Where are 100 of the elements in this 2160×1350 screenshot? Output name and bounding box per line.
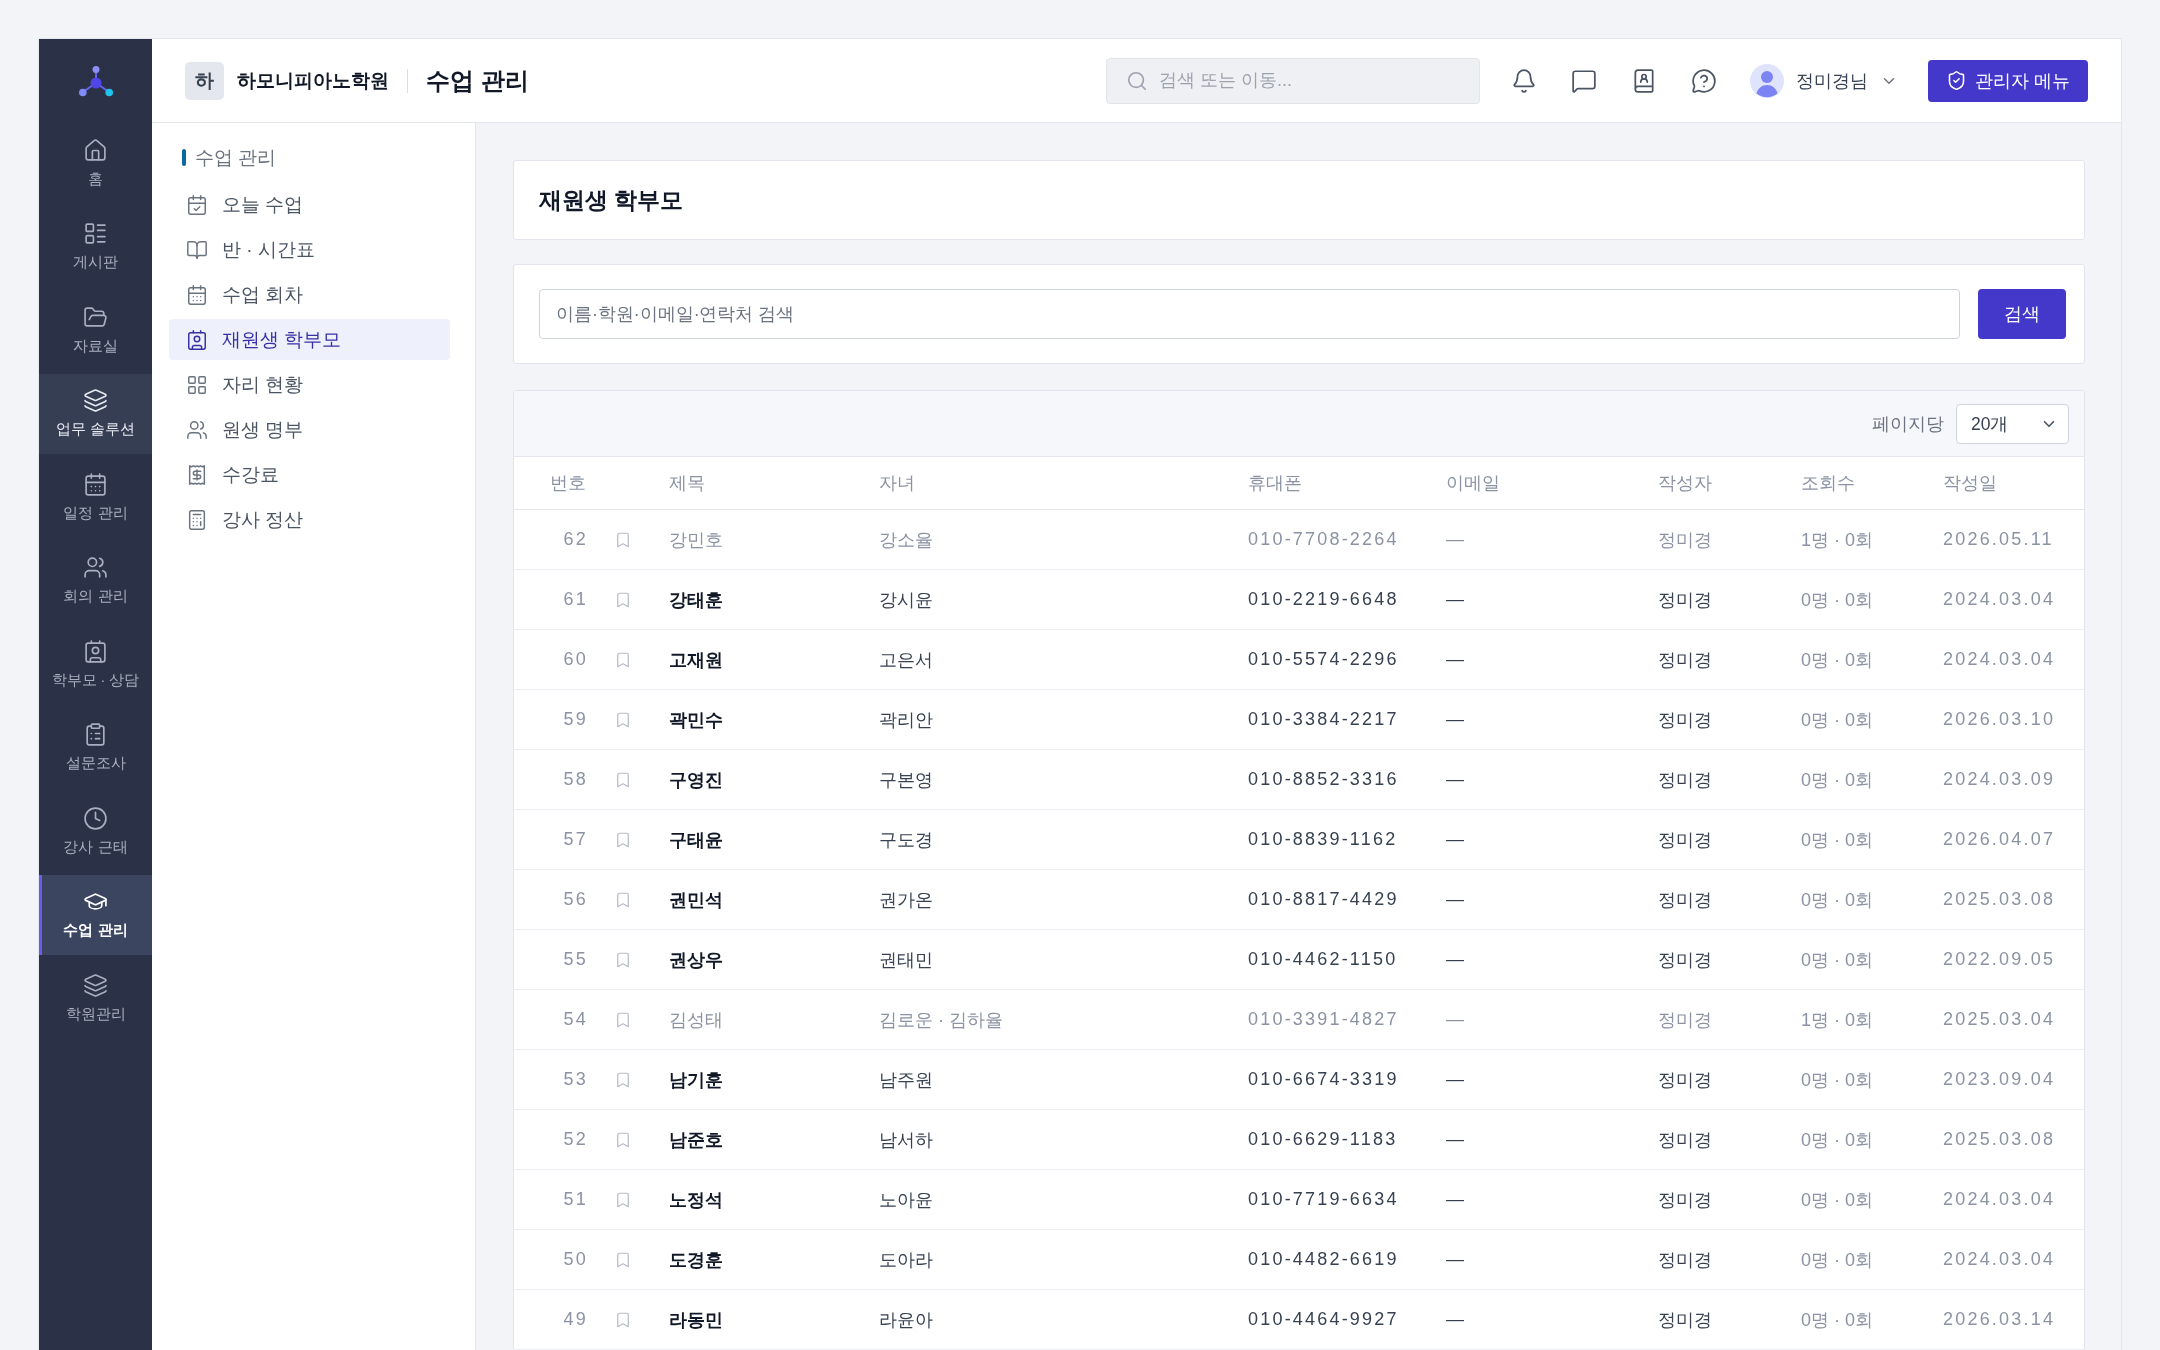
admin-menu-button[interactable]: 관리자 메뉴 xyxy=(1928,59,2088,102)
parent-name[interactable]: 라동민 xyxy=(669,1307,723,1332)
bookmark-icon[interactable] xyxy=(614,1130,632,1149)
submenu-item[interactable]: 수강료 xyxy=(169,454,450,495)
created-date: 2022.09.05 xyxy=(1943,949,2056,970)
email-value: — xyxy=(1446,1249,1464,1270)
child-name: 남주원 xyxy=(879,1068,933,1092)
bookmark-icon[interactable] xyxy=(614,590,632,609)
submenu-item[interactable]: 수업 회차 xyxy=(169,274,450,315)
sidebar-item[interactable]: 업무 솔루션 xyxy=(39,373,152,454)
sidebar-item[interactable]: 일정 관리 xyxy=(39,457,152,537)
sidebar-item[interactable]: 학원관리 xyxy=(39,958,152,1038)
sidebar-item[interactable]: 게시판 xyxy=(39,206,152,287)
bookmark-icon[interactable] xyxy=(614,1010,632,1029)
filter-input-field[interactable]: 이름·학원·이메일·연락처 검색 xyxy=(539,289,1960,339)
search-field[interactable]: 검색 또는 이동... xyxy=(1106,57,1480,104)
parent-name[interactable]: 강태훈 xyxy=(669,587,723,612)
submenu-item[interactable]: 반 · 시간표 xyxy=(169,229,450,270)
view-count: 0명 · 0회 xyxy=(1801,1188,1874,1212)
created-date: 2023.09.04 xyxy=(1943,1069,2056,1090)
list-icon xyxy=(83,221,108,246)
bell-icon[interactable] xyxy=(1511,67,1537,94)
bookmark-icon[interactable] xyxy=(614,1070,632,1089)
bookmark-icon[interactable] xyxy=(614,650,632,669)
email-value: — xyxy=(1446,1069,1464,1090)
bookmark-icon[interactable] xyxy=(614,770,632,789)
user-avatar-icon[interactable] xyxy=(1750,63,1784,98)
contact-book-icon[interactable] xyxy=(1631,67,1657,94)
bookmark-icon[interactable] xyxy=(614,1190,632,1209)
layers-icon xyxy=(83,972,108,998)
parent-name[interactable]: 구영진 xyxy=(669,767,723,792)
sidebar-item[interactable]: 자료실 xyxy=(39,290,152,370)
bookmark-icon[interactable] xyxy=(614,950,632,969)
phone-number: 010-5574-2296 xyxy=(1248,649,1399,670)
phone-number: 010-2219-6648 xyxy=(1248,589,1399,610)
academy-badge: 하 xyxy=(185,61,224,100)
bookmark-icon[interactable] xyxy=(614,1250,632,1269)
author-name: 정미경 xyxy=(1658,948,1712,972)
created-date: 2026.03.14 xyxy=(1943,1309,2056,1330)
parent-name[interactable]: 노정석 xyxy=(669,1187,723,1212)
submenu-title: 수업 관리 xyxy=(195,145,277,170)
contact-card-icon xyxy=(186,328,208,351)
bookmark-icon[interactable] xyxy=(614,530,632,549)
column-header: 번호 xyxy=(550,472,586,495)
created-date: 2024.03.04 xyxy=(1943,589,2056,610)
parent-name[interactable]: 남기훈 xyxy=(669,1067,723,1092)
bookmark-icon[interactable] xyxy=(614,830,632,849)
created-date: 2024.03.04 xyxy=(1943,1249,2056,1270)
child-name: 남서하 xyxy=(879,1128,933,1152)
search-button[interactable]: 검색 xyxy=(1978,289,2066,339)
submenu-item[interactable]: 오늘 수업 xyxy=(169,184,450,225)
phone-number: 010-7708-2264 xyxy=(1248,529,1399,550)
parent-name[interactable]: 권민석 xyxy=(669,887,723,912)
parent-name[interactable]: 구태윤 xyxy=(669,827,723,852)
user-name[interactable]: 정미경님 xyxy=(1796,68,1868,93)
author-name: 정미경 xyxy=(1658,528,1712,552)
view-count: 0명 · 0회 xyxy=(1801,1068,1874,1092)
row-number: 49 xyxy=(563,1309,588,1330)
bookmark-icon[interactable] xyxy=(614,1310,632,1329)
email-value: — xyxy=(1446,829,1464,850)
child-name: 도아라 xyxy=(879,1248,933,1272)
view-count: 1명 · 0회 xyxy=(1801,1008,1874,1032)
folder-icon xyxy=(83,304,108,330)
parent-name[interactable]: 권상우 xyxy=(669,947,723,972)
search-icon xyxy=(1126,69,1148,92)
child-name: 권가온 xyxy=(879,888,933,912)
email-value: — xyxy=(1446,769,1464,790)
shield-check-icon xyxy=(1946,70,1967,91)
bookmark-icon[interactable] xyxy=(614,890,632,909)
parent-name[interactable]: 곽민수 xyxy=(669,707,723,732)
author-name: 정미경 xyxy=(1658,768,1712,792)
home-icon xyxy=(83,137,108,163)
help-icon[interactable] xyxy=(1691,67,1717,94)
email-value: — xyxy=(1446,1009,1464,1030)
academy-name: 하모니피아노학원 xyxy=(237,68,389,93)
sidebar-item[interactable]: 설문조사 xyxy=(39,707,152,788)
sidebar-item[interactable]: 회의 관리 xyxy=(39,540,152,621)
row-number: 56 xyxy=(563,889,588,910)
chat-icon[interactable] xyxy=(1571,67,1597,94)
parent-name[interactable]: 남준호 xyxy=(669,1127,723,1152)
child-name: 권태민 xyxy=(879,948,933,972)
column-header: 조회수 xyxy=(1801,472,1855,495)
per-page-label: 페이지당 xyxy=(1872,412,1944,436)
author-name: 정미경 xyxy=(1658,1128,1712,1152)
submenu-item[interactable]: 자리 현황 xyxy=(169,364,450,405)
submenu-item[interactable]: 강사 정산 xyxy=(169,499,450,540)
sidebar-item[interactable]: 홈 xyxy=(39,123,152,203)
parent-name[interactable]: 도경훈 xyxy=(669,1247,723,1272)
view-count: 0명 · 0회 xyxy=(1801,1248,1874,1272)
sidebar-item[interactable]: 학부모 · 상담 xyxy=(39,624,152,704)
parent-name[interactable]: 고재원 xyxy=(669,647,723,672)
submenu-item[interactable]: 재원생 학부모 xyxy=(169,319,450,360)
view-count: 1명 · 0회 xyxy=(1801,528,1874,552)
submenu-item[interactable]: 원생 명부 xyxy=(169,409,450,450)
bookmark-icon[interactable] xyxy=(614,710,632,729)
sidebar-item[interactable]: 수업 관리 xyxy=(39,874,152,955)
sidebar-item[interactable]: 강사 근태 xyxy=(39,791,152,871)
per-page-select[interactable]: 20개 xyxy=(1956,403,2069,444)
column-header: 작성자 xyxy=(1658,472,1712,495)
author-name: 정미경 xyxy=(1658,1068,1712,1092)
